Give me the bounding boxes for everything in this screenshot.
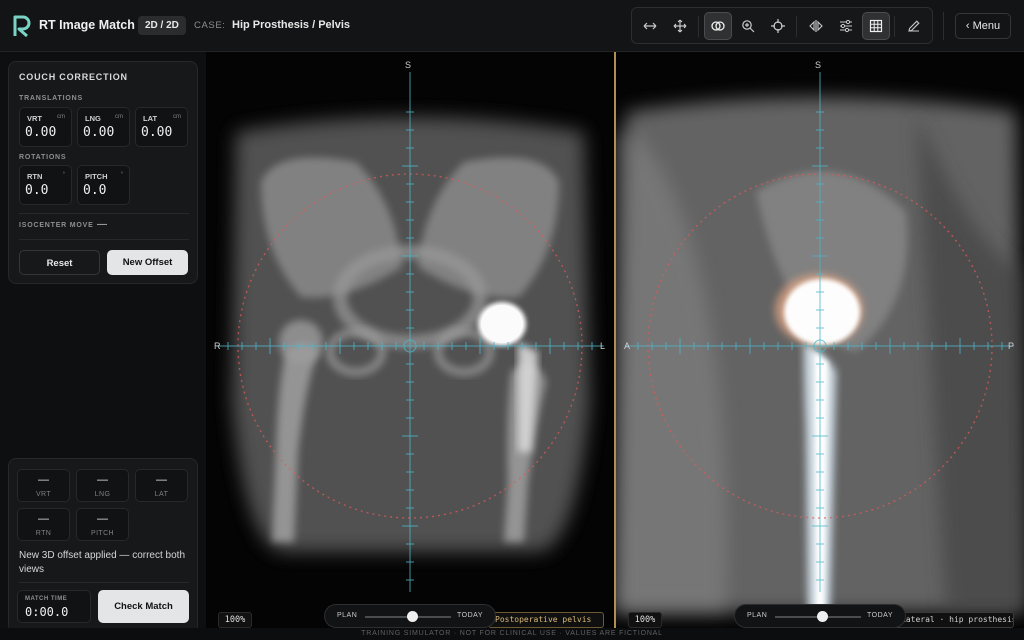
- ap-viewport[interactable]: S R L 100% Postoperative pelvis PLAN TOD…: [206, 52, 614, 628]
- zoom-icon[interactable]: [734, 12, 762, 40]
- new-offset-button[interactable]: New Offset: [107, 250, 188, 275]
- blend-slider[interactable]: PLAN TODAY: [324, 604, 496, 628]
- match-time-value: 0:00.0: [25, 605, 69, 619]
- toolbar-divider: [894, 16, 895, 37]
- blend-today-label: TODAY: [867, 612, 893, 619]
- result-name: LAT: [154, 491, 169, 498]
- vrt-field[interactable]: VRT cm 0.00: [19, 107, 72, 147]
- result-rtn: — RTN: [17, 508, 70, 541]
- result-lat: — LAT: [135, 469, 188, 502]
- overlay-icon[interactable]: [704, 12, 732, 40]
- translations-label: TRANSLATIONS: [19, 95, 83, 102]
- menu-button[interactable]: ‹ Menu: [955, 13, 1011, 39]
- result-pitch: — PITCH: [76, 508, 129, 541]
- lat-field[interactable]: LAT cm 0.00: [135, 107, 188, 147]
- pitch-field[interactable]: PITCH ° 0.0: [77, 165, 130, 205]
- axis-value: 0.00: [25, 125, 57, 140]
- zoom-level[interactable]: 100%: [628, 612, 662, 628]
- blend-knob[interactable]: [816, 611, 828, 622]
- mirror-icon[interactable]: [802, 12, 830, 40]
- divider: [19, 213, 189, 214]
- lng-field[interactable]: LNG cm 0.00: [77, 107, 130, 147]
- axis-name: RTN: [27, 172, 43, 181]
- ap-xray-image[interactable]: [206, 52, 614, 628]
- orientation-left: L: [600, 341, 606, 351]
- orientation-posterior: P: [1008, 341, 1015, 351]
- divider: [19, 239, 189, 240]
- logo-icon: [13, 15, 31, 38]
- case-value: Hip Prosthesis / Pelvis: [232, 19, 350, 31]
- match-time: MATCH TIME 0:00.0: [17, 590, 91, 623]
- blend-today-label: TODAY: [457, 612, 483, 619]
- toolbar-divider: [796, 16, 797, 37]
- image-caption: Lateral · hip prosthesis: [894, 612, 1014, 628]
- blend-slider[interactable]: PLAN TODAY: [734, 604, 906, 628]
- orientation-superior: S: [405, 60, 412, 70]
- result-value: —: [97, 474, 108, 486]
- result-value: —: [38, 513, 49, 525]
- image-caption: Postoperative pelvis: [488, 612, 604, 628]
- adjust-icon[interactable]: [832, 12, 860, 40]
- reset-button[interactable]: Reset: [19, 250, 100, 275]
- rotations-label: ROTATIONS: [19, 154, 67, 161]
- panel-title: COUCH CORRECTION: [19, 72, 128, 82]
- lateral-xray-image[interactable]: [616, 52, 1024, 628]
- match-result-panel: — VRT — LNG — LAT — RTN — PITCH New 3D o…: [8, 458, 198, 633]
- move-icon[interactable]: [666, 12, 694, 40]
- check-match-button[interactable]: Check Match: [98, 590, 189, 623]
- result-name: RTN: [35, 530, 52, 537]
- zoom-level[interactable]: 100%: [218, 612, 252, 628]
- axis-unit: °: [120, 172, 123, 178]
- top-divider: [943, 12, 944, 40]
- app: RT Image Match 2D / 2D CASE: Hip Prosthe…: [0, 0, 1024, 640]
- footer-disclaimer: TRAINING SIMULATOR · NOT FOR CLINICAL US…: [0, 628, 1024, 640]
- match-time-label: MATCH TIME: [25, 596, 68, 602]
- crosshair-icon[interactable]: [764, 12, 792, 40]
- rtn-field[interactable]: RTN ° 0.0: [19, 165, 72, 205]
- axis-unit: cm: [57, 114, 65, 120]
- divider: [19, 582, 189, 583]
- isocenter-move-label: ISOCENTER MOVE: [19, 222, 94, 229]
- blend-plan-label: PLAN: [337, 612, 358, 619]
- result-value: —: [38, 474, 49, 486]
- result-name: PITCH: [91, 530, 114, 537]
- pencil-icon[interactable]: [900, 12, 928, 40]
- grid-icon[interactable]: [862, 12, 890, 40]
- orientation-right: R: [214, 341, 221, 351]
- toolbar: [631, 7, 933, 44]
- couch-correction-panel: COUCH CORRECTION TRANSLATIONS VRT cm 0.0…: [8, 61, 198, 284]
- case-label: CASE:: [194, 20, 226, 31]
- axis-unit: cm: [173, 114, 181, 120]
- axis-name: PITCH: [85, 172, 108, 181]
- orientation-superior: S: [815, 60, 822, 70]
- orientation-anterior: A: [624, 341, 631, 351]
- lateral-viewport[interactable]: S A P 100% Lateral · hip prosthesis PLAN…: [616, 52, 1024, 628]
- pan-horizontal-icon[interactable]: [636, 12, 664, 40]
- axis-value: 0.00: [141, 125, 173, 140]
- blend-plan-label: PLAN: [747, 612, 768, 619]
- axis-name: VRT: [27, 114, 42, 123]
- app-title: RT Image Match: [39, 18, 135, 32]
- axis-value: 0.0: [83, 183, 107, 198]
- result-vrt: — VRT: [17, 469, 70, 502]
- result-lng: — LNG: [76, 469, 129, 502]
- status-message: New 3D offset applied — correct both vie…: [19, 550, 186, 575]
- result-value: —: [156, 474, 167, 486]
- axis-unit: cm: [115, 114, 123, 120]
- axis-unit: °: [62, 172, 65, 178]
- axis-name: LNG: [85, 114, 101, 123]
- toolbar-divider: [698, 16, 699, 37]
- axis-value: 0.00: [83, 125, 115, 140]
- axis-value: 0.0: [25, 183, 49, 198]
- blend-knob[interactable]: [406, 611, 418, 622]
- result-name: LNG: [94, 491, 111, 498]
- result-name: VRT: [35, 491, 52, 498]
- top-bar: RT Image Match 2D / 2D CASE: Hip Prosthe…: [0, 0, 1024, 52]
- isocenter-move-value: —: [97, 219, 107, 230]
- result-value: —: [97, 513, 108, 525]
- mode-chip[interactable]: 2D / 2D: [138, 16, 186, 35]
- axis-name: LAT: [143, 114, 158, 123]
